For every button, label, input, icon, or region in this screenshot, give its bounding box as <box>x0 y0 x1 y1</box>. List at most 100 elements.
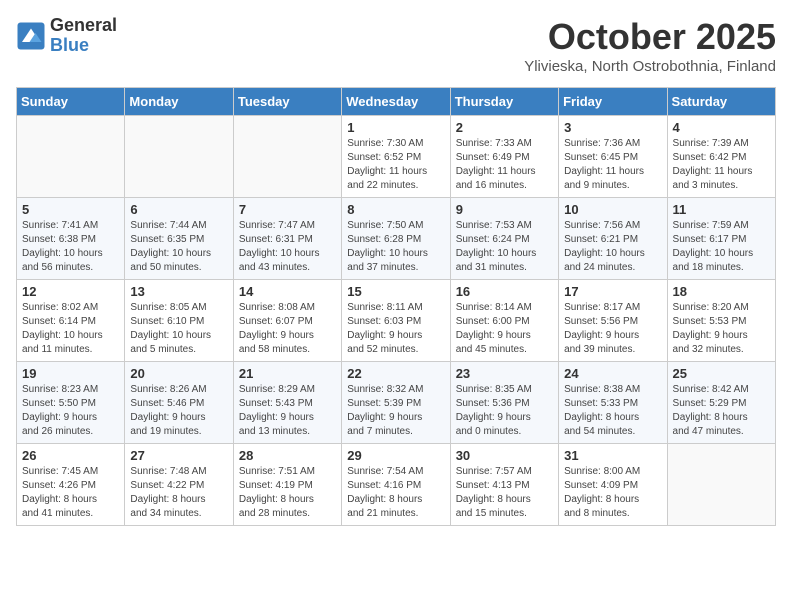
page-header: General Blue October 2025 Ylivieska, Nor… <box>16 16 776 75</box>
calendar-cell: 21Sunrise: 8:29 AM Sunset: 5:43 PM Dayli… <box>233 362 341 444</box>
calendar-cell: 11 Sunrise: 7:59 AM Sunset: 6:17 PM Dayli… <box>667 198 775 280</box>
calendar-cell: 22 Sunrise: 8:32 AM Sunset: 5:39 PM Dayli… <box>342 362 450 444</box>
location-subtitle: Ylivieska, North Ostrobothnia, Finland <box>524 58 776 75</box>
day-info: Sunrise: 7:36 AM Sunset: 6:45 PM Dayligh… <box>564 137 661 193</box>
day-number: 14 <box>239 284 336 299</box>
day-info: Sunrise: 8:08 AM Sunset: 6:07 PM Dayligh… <box>239 301 336 357</box>
day-info: Sunrise: 8:26 AM Sunset: 5:46 PM Dayligh… <box>130 383 227 439</box>
day-info: Sunrise: 7:44 AM Sunset: 6:35 PM Dayligh… <box>130 219 227 275</box>
logo-text: General Blue <box>50 16 117 56</box>
day-info: Sunrise: 8:00 AM Sunset: 4:09 PM Dayligh… <box>564 465 661 521</box>
calendar-cell: 5 Sunrise: 7:41 AM Sunset: 6:38 PM Daylig… <box>17 198 125 280</box>
day-info: Sunrise: 8:32 AM Sunset: 5:39 PM Dayligh… <box>347 383 444 439</box>
day-info: Sunrise: 8:29 AM Sunset: 5:43 PM Dayligh… <box>239 383 336 439</box>
day-number: 2 <box>456 120 553 135</box>
day-number: 7 <box>239 202 336 217</box>
calendar-cell <box>125 116 233 198</box>
month-title: October 2025 <box>524 16 776 58</box>
day-number: 13 <box>130 284 227 299</box>
day-header-thursday: Thursday <box>450 88 558 116</box>
day-info: Sunrise: 7:56 AM Sunset: 6:21 PM Dayligh… <box>564 219 661 275</box>
day-number: 26 <box>22 448 119 463</box>
day-header-wednesday: Wednesday <box>342 88 450 116</box>
calendar-cell: 18 Sunrise: 8:20 AM Sunset: 5:53 PM Dayli… <box>667 280 775 362</box>
calendar-cell: 26 Sunrise: 7:45 AM Sunset: 4:26 PM Dayli… <box>17 444 125 526</box>
day-number: 27 <box>130 448 227 463</box>
calendar-cell: 23Sunrise: 8:35 AM Sunset: 5:36 PM Dayli… <box>450 362 558 444</box>
day-info: Sunrise: 8:23 AM Sunset: 5:50 PM Dayligh… <box>22 383 119 439</box>
day-info: Sunrise: 7:47 AM Sunset: 6:31 PM Dayligh… <box>239 219 336 275</box>
calendar-cell: 8 Sunrise: 7:50 AM Sunset: 6:28 PM Daylig… <box>342 198 450 280</box>
day-number: 15 <box>347 284 444 299</box>
day-number: 24 <box>564 366 661 381</box>
day-info: Sunrise: 8:02 AM Sunset: 6:14 PM Dayligh… <box>22 301 119 357</box>
day-info: Sunrise: 7:53 AM Sunset: 6:24 PM Dayligh… <box>456 219 553 275</box>
calendar-cell: 6 Sunrise: 7:44 AM Sunset: 6:35 PM Daylig… <box>125 198 233 280</box>
day-number: 23 <box>456 366 553 381</box>
day-number: 11 <box>673 202 770 217</box>
day-number: 22 <box>347 366 444 381</box>
day-number: 31 <box>564 448 661 463</box>
day-number: 17 <box>564 284 661 299</box>
day-number: 8 <box>347 202 444 217</box>
calendar-cell: 13 Sunrise: 8:05 AM Sunset: 6:10 PM Dayli… <box>125 280 233 362</box>
calendar-cell <box>667 444 775 526</box>
day-info: Sunrise: 7:57 AM Sunset: 4:13 PM Dayligh… <box>456 465 553 521</box>
calendar-cell: 9Sunrise: 7:53 AM Sunset: 6:24 PM Daylig… <box>450 198 558 280</box>
day-number: 25 <box>673 366 770 381</box>
calendar-cell: 24 Sunrise: 8:38 AM Sunset: 5:33 PM Dayli… <box>559 362 667 444</box>
day-number: 12 <box>22 284 119 299</box>
calendar-cell: 16Sunrise: 8:14 AM Sunset: 6:00 PM Dayli… <box>450 280 558 362</box>
day-info: Sunrise: 7:33 AM Sunset: 6:49 PM Dayligh… <box>456 137 553 193</box>
calendar-week-1: 1Sunrise: 7:30 AM Sunset: 6:52 PM Daylig… <box>17 116 776 198</box>
day-info: Sunrise: 8:05 AM Sunset: 6:10 PM Dayligh… <box>130 301 227 357</box>
day-number: 20 <box>130 366 227 381</box>
calendar-cell: 1Sunrise: 7:30 AM Sunset: 6:52 PM Daylig… <box>342 116 450 198</box>
day-info: Sunrise: 7:59 AM Sunset: 6:17 PM Dayligh… <box>673 219 770 275</box>
calendar-cell: 10Sunrise: 7:56 AM Sunset: 6:21 PM Dayli… <box>559 198 667 280</box>
day-info: Sunrise: 8:17 AM Sunset: 5:56 PM Dayligh… <box>564 301 661 357</box>
day-info: Sunrise: 7:45 AM Sunset: 4:26 PM Dayligh… <box>22 465 119 521</box>
day-info: Sunrise: 8:20 AM Sunset: 5:53 PM Dayligh… <box>673 301 770 357</box>
calendar-week-5: 26 Sunrise: 7:45 AM Sunset: 4:26 PM Dayli… <box>17 444 776 526</box>
calendar-body: 1Sunrise: 7:30 AM Sunset: 6:52 PM Daylig… <box>17 116 776 526</box>
day-number: 28 <box>239 448 336 463</box>
day-number: 1 <box>347 120 444 135</box>
day-header-tuesday: Tuesday <box>233 88 341 116</box>
day-number: 5 <box>22 202 119 217</box>
day-number: 18 <box>673 284 770 299</box>
calendar-cell <box>233 116 341 198</box>
calendar-cell: 2 Sunrise: 7:33 AM Sunset: 6:49 PM Daylig… <box>450 116 558 198</box>
calendar-cell: 31 Sunrise: 8:00 AM Sunset: 4:09 PM Dayli… <box>559 444 667 526</box>
calendar-cell: 27 Sunrise: 7:48 AM Sunset: 4:22 PM Dayli… <box>125 444 233 526</box>
day-info: Sunrise: 7:50 AM Sunset: 6:28 PM Dayligh… <box>347 219 444 275</box>
calendar-cell: 30 Sunrise: 7:57 AM Sunset: 4:13 PM Dayli… <box>450 444 558 526</box>
day-number: 3 <box>564 120 661 135</box>
day-info: Sunrise: 8:11 AM Sunset: 6:03 PM Dayligh… <box>347 301 444 357</box>
day-number: 29 <box>347 448 444 463</box>
day-info: Sunrise: 7:54 AM Sunset: 4:16 PM Dayligh… <box>347 465 444 521</box>
calendar-cell: 28Sunrise: 7:51 AM Sunset: 4:19 PM Dayli… <box>233 444 341 526</box>
day-info: Sunrise: 8:38 AM Sunset: 5:33 PM Dayligh… <box>564 383 661 439</box>
day-number: 19 <box>22 366 119 381</box>
day-info: Sunrise: 7:41 AM Sunset: 6:38 PM Dayligh… <box>22 219 119 275</box>
day-number: 6 <box>130 202 227 217</box>
calendar-cell: 15 Sunrise: 8:11 AM Sunset: 6:03 PM Dayli… <box>342 280 450 362</box>
logo-blue: Blue <box>50 36 117 56</box>
day-info: Sunrise: 7:48 AM Sunset: 4:22 PM Dayligh… <box>130 465 227 521</box>
day-header-sunday: Sunday <box>17 88 125 116</box>
day-header-monday: Monday <box>125 88 233 116</box>
day-info: Sunrise: 7:39 AM Sunset: 6:42 PM Dayligh… <box>673 137 770 193</box>
logo-general: General <box>50 16 117 36</box>
logo-icon <box>16 21 46 51</box>
calendar-cell: 17 Sunrise: 8:17 AM Sunset: 5:56 PM Dayli… <box>559 280 667 362</box>
calendar-cell: 4Sunrise: 7:39 AM Sunset: 6:42 PM Daylig… <box>667 116 775 198</box>
calendar-cell: 20 Sunrise: 8:26 AM Sunset: 5:46 PM Dayli… <box>125 362 233 444</box>
calendar-cell: 29 Sunrise: 7:54 AM Sunset: 4:16 PM Dayli… <box>342 444 450 526</box>
calendar-cell: 7 Sunrise: 7:47 AM Sunset: 6:31 PM Daylig… <box>233 198 341 280</box>
day-number: 16 <box>456 284 553 299</box>
day-number: 30 <box>456 448 553 463</box>
calendar-header-row: SundayMondayTuesdayWednesdayThursdayFrid… <box>17 88 776 116</box>
title-block: October 2025 Ylivieska, North Ostrobothn… <box>524 16 776 75</box>
logo: General Blue <box>16 16 117 56</box>
